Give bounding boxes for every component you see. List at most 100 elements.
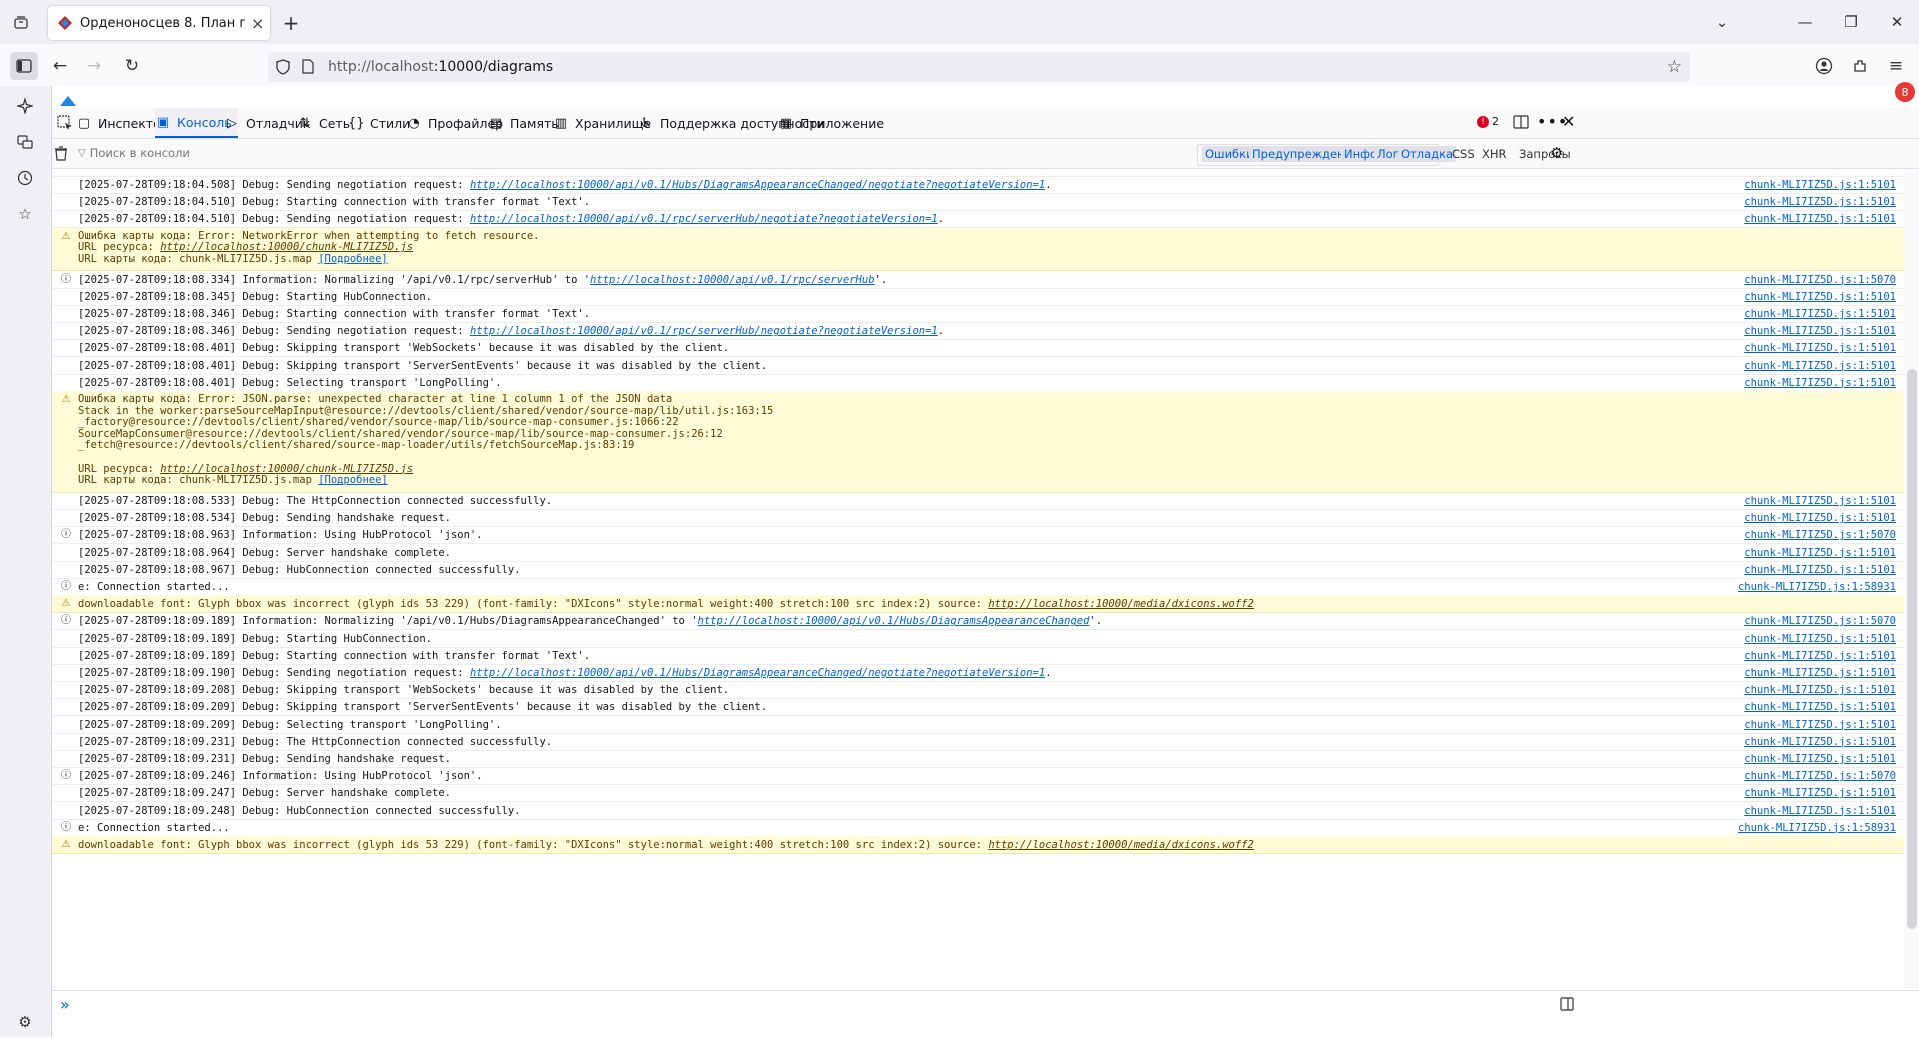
- source-location-link[interactable]: chunk-MLI7IZ5D.js:1:5101: [1744, 804, 1896, 818]
- log-link[interactable]: http://localhost:10000/api/v0.1/rpc/serv…: [470, 213, 938, 225]
- shield-icon[interactable]: [276, 59, 290, 78]
- element-picker-icon[interactable]: [54, 112, 76, 134]
- account-icon[interactable]: [1810, 52, 1838, 80]
- source-location-link[interactable]: chunk-MLI7IZ5D.js:1:5101: [1744, 752, 1896, 766]
- forward-icon[interactable]: →: [80, 52, 108, 80]
- page-icon[interactable]: [302, 59, 314, 77]
- browser-tab[interactable]: Орденоносцев 8. План подвал ×: [48, 6, 270, 40]
- log-text: e: Connection started...: [78, 821, 230, 834]
- clear-console-icon[interactable]: [54, 146, 68, 164]
- source-location-link[interactable]: chunk-MLI7IZ5D.js:1:5101: [1744, 735, 1896, 749]
- log-link[interactable]: http://localhost:10000/api/v0.1/Hubs/Dia…: [470, 179, 1045, 191]
- info-icon: ⓘ: [61, 581, 71, 592]
- scrollbar-thumb[interactable]: [1907, 369, 1917, 929]
- log-link[interactable]: http://localhost:10000/media/dxicons.wof…: [988, 598, 1254, 610]
- reload-icon[interactable]: ↻: [118, 52, 146, 80]
- console-log-row: [2025-07-28T09:18:09.209] Debug: Selecti…: [52, 716, 1904, 734]
- log-text: [2025-07-28T09:18:08.964] Debug: Server …: [78, 546, 451, 559]
- bookmark-star-icon[interactable]: ☆: [1667, 57, 1682, 77]
- learn-more-link[interactable]: [Подробнее]: [318, 253, 388, 265]
- resource-link[interactable]: http://localhost:10000/chunk-MLI7IZ5D.js: [160, 241, 413, 253]
- ai-chat-icon[interactable]: [11, 92, 39, 120]
- dock-layout-icon[interactable]: [1513, 114, 1529, 133]
- url-bar[interactable]: http://localhost:10000/diagrams ☆: [268, 52, 1690, 82]
- console-scrollbar[interactable]: [1904, 169, 1919, 989]
- source-location-link[interactable]: chunk-MLI7IZ5D.js:1:5101: [1744, 718, 1896, 732]
- history-icon[interactable]: [11, 164, 39, 192]
- log-message: [2025-07-28T09:18:08.334] Information: N…: [78, 273, 887, 287]
- restore-icon[interactable]: ❐: [1836, 10, 1866, 34]
- log-text: e: Connection started...: [78, 581, 230, 593]
- editor-mode-icon[interactable]: [1560, 997, 1574, 1014]
- source-location-link[interactable]: chunk-MLI7IZ5D.js:1:5070: [1744, 769, 1896, 783]
- log-link[interactable]: http://localhost:10000/api/v0.1/Hubs/Dia…: [698, 615, 1090, 627]
- new-tab-button[interactable]: +: [280, 11, 302, 35]
- console-settings-gear-icon[interactable]: ⚙: [1550, 144, 1563, 162]
- tab-list-icon[interactable]: [10, 12, 32, 34]
- source-location-link[interactable]: chunk-MLI7IZ5D.js:1:5101: [1744, 494, 1896, 508]
- log-link[interactable]: http://localhost:10000/api/v0.1/rpc/serv…: [470, 325, 938, 337]
- source-location-link[interactable]: chunk-MLI7IZ5D.js:1:5101: [1744, 376, 1896, 390]
- source-location-link[interactable]: chunk-MLI7IZ5D.js:1:5101: [1744, 683, 1896, 697]
- log-message: [2025-07-28T09:18:09.190] Debug: Sending…: [78, 666, 1052, 680]
- notification-badge[interactable]: 8: [1895, 82, 1915, 102]
- log-link[interactable]: http://localhost:10000/api/v0.1/rpc/serv…: [590, 274, 874, 286]
- extensions-icon[interactable]: [1846, 52, 1874, 80]
- error-counter[interactable]: ! 2: [1477, 115, 1499, 128]
- filter-css[interactable]: CSS: [1452, 146, 1475, 162]
- log-text: [2025-07-28T09:18:09.246] Information: U…: [78, 770, 483, 783]
- info-icon: ⓘ: [61, 821, 71, 833]
- source-location-link[interactable]: chunk-MLI7IZ5D.js:1:5101: [1744, 178, 1896, 192]
- source-location-link[interactable]: chunk-MLI7IZ5D.js:1:5101: [1744, 700, 1896, 714]
- resource-link[interactable]: http://localhost:10000/chunk-MLI7IZ5D.js: [160, 463, 413, 475]
- log-link[interactable]: http://localhost:10000/api/v0.1/Hubs/Dia…: [470, 667, 1045, 679]
- console-filter[interactable]: ▽: [78, 146, 390, 160]
- source-location-link[interactable]: chunk-MLI7IZ5D.js:1:5101: [1744, 341, 1896, 355]
- source-location-link[interactable]: chunk-MLI7IZ5D.js:1:5101: [1744, 307, 1896, 321]
- source-location-link[interactable]: chunk-MLI7IZ5D.js:1:5070: [1744, 273, 1896, 287]
- memory-icon: ▤: [489, 115, 503, 131]
- source-location-link[interactable]: chunk-MLI7IZ5D.js:1:5101: [1744, 511, 1896, 525]
- learn-more-link[interactable]: [Подробнее]: [318, 474, 388, 486]
- source-location-link[interactable]: chunk-MLI7IZ5D.js:1:5101: [1744, 666, 1896, 680]
- source-location-link[interactable]: chunk-MLI7IZ5D.js:1:58931: [1738, 580, 1896, 594]
- source-location-link[interactable]: chunk-MLI7IZ5D.js:1:5101: [1744, 786, 1896, 800]
- source-location-link[interactable]: chunk-MLI7IZ5D.js:1:5070: [1744, 614, 1896, 628]
- source-location-link[interactable]: chunk-MLI7IZ5D.js:1:5101: [1744, 649, 1896, 663]
- source-location-link[interactable]: chunk-MLI7IZ5D.js:1:5070: [1744, 528, 1896, 542]
- log-text-tail: '.: [1089, 615, 1103, 628]
- source-location-link[interactable]: chunk-MLI7IZ5D.js:1:5101: [1744, 212, 1896, 226]
- synced-tabs-icon[interactable]: [11, 128, 39, 156]
- console-log-row: [2025-07-28T09:18:08.346] Debug: Sending…: [52, 322, 1904, 341]
- console-log-row: [2025-07-28T09:18:08.534] Debug: Sending…: [52, 509, 1904, 528]
- source-location-link[interactable]: chunk-MLI7IZ5D.js:1:5101: [1744, 290, 1896, 304]
- tab-application[interactable]: ▦ Приложение: [778, 108, 890, 138]
- log-message: [2025-07-28T09:18:09.189] Debug: Startin…: [78, 632, 432, 646]
- log-text: [2025-07-28T09:18:09.247] Debug: Server …: [78, 787, 451, 800]
- source-location-link[interactable]: chunk-MLI7IZ5D.js:1:58931: [1738, 821, 1896, 835]
- filter-debug[interactable]: Отладка: [1398, 146, 1457, 162]
- source-location-link[interactable]: chunk-MLI7IZ5D.js:1:5101: [1744, 195, 1896, 209]
- log-link[interactable]: http://localhost:10000/media/dxicons.wof…: [988, 839, 1254, 851]
- tab-overflow-chevron-icon[interactable]: ⌄: [1707, 10, 1737, 34]
- log-message: [2025-07-28T09:18:09.209] Debug: Selecti…: [78, 718, 502, 732]
- settings-gear-icon[interactable]: ⚙: [11, 1008, 39, 1036]
- console-input-bar[interactable]: »: [52, 990, 1919, 1038]
- tab-close-icon[interactable]: ×: [251, 14, 264, 33]
- log-message: [2025-07-28T09:18:08.346] Debug: Startin…: [78, 307, 590, 321]
- minimize-icon[interactable]: —: [1790, 10, 1820, 34]
- filter-xhr[interactable]: XHR: [1482, 146, 1507, 162]
- sidebar-toggle-icon[interactable]: [10, 52, 38, 80]
- console-log-row: [2025-07-28T09:18:09.231] Debug: Sending…: [52, 750, 1904, 768]
- back-icon[interactable]: ←: [46, 52, 74, 80]
- bookmarks-star-icon[interactable]: ☆: [11, 200, 39, 228]
- devtools-close-icon[interactable]: ✕: [1562, 112, 1575, 131]
- source-location-link[interactable]: chunk-MLI7IZ5D.js:1:5101: [1744, 632, 1896, 646]
- source-location-link[interactable]: chunk-MLI7IZ5D.js:1:5101: [1744, 563, 1896, 577]
- source-location-link[interactable]: chunk-MLI7IZ5D.js:1:5101: [1744, 359, 1896, 373]
- source-location-link[interactable]: chunk-MLI7IZ5D.js:1:5101: [1744, 324, 1896, 338]
- app-menu-icon[interactable]: ≡: [1882, 52, 1910, 80]
- window-close-icon[interactable]: ✕: [1882, 10, 1912, 34]
- console-filter-input[interactable]: [89, 146, 390, 160]
- source-location-link[interactable]: chunk-MLI7IZ5D.js:1:5101: [1744, 546, 1896, 560]
